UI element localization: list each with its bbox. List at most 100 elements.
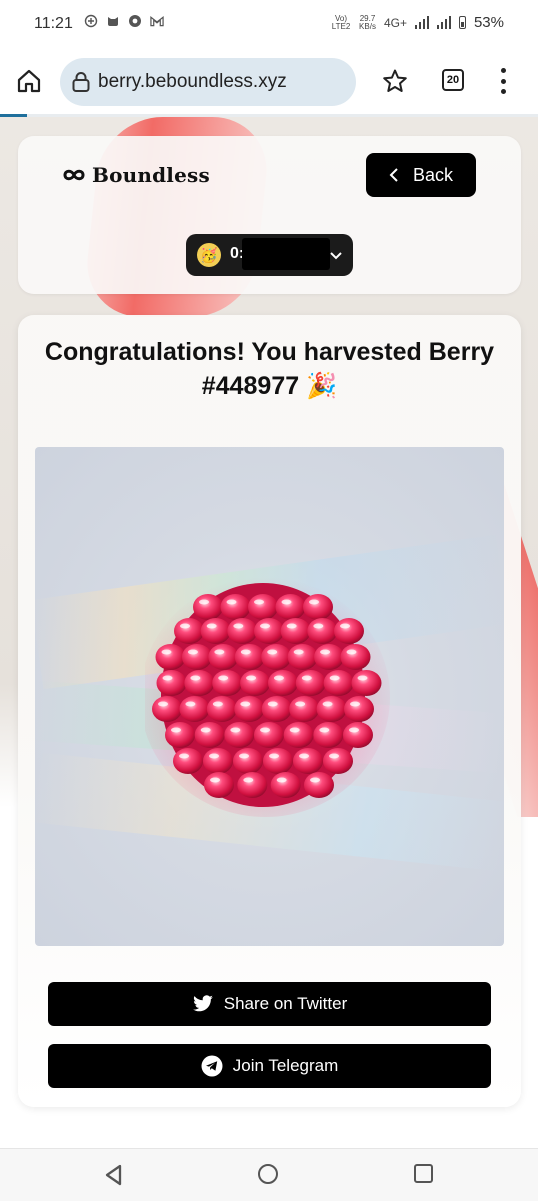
drupelet-highlight [185, 701, 196, 707]
nav-recents-icon[interactable] [414, 1164, 433, 1183]
drupelet [220, 594, 251, 620]
drupelet [263, 748, 293, 774]
drupelet [200, 618, 231, 644]
raspberry-graphic [145, 577, 390, 817]
drupelet [203, 748, 233, 774]
redacted-address [242, 238, 330, 270]
drupelet-highlight [187, 649, 198, 655]
tab-switcher-button[interactable]: 20 [442, 69, 464, 91]
drupelet-highlight [357, 675, 368, 681]
back-label: Back [412, 164, 454, 185]
drupelet [261, 696, 292, 722]
notification-icons [84, 14, 164, 28]
drupelet [307, 618, 338, 644]
menu-icon[interactable] [498, 68, 508, 94]
drupelet-highlight [260, 727, 270, 733]
drupelet-highlight [329, 753, 339, 759]
drupelet-highlight [260, 623, 270, 629]
drupelet [343, 722, 373, 748]
share-twitter-button[interactable]: Share on Twitter [48, 982, 491, 1026]
drupelet-highlight [295, 701, 306, 707]
drupelet [351, 670, 382, 696]
lock-icon [72, 72, 90, 92]
drupelet [313, 722, 344, 748]
drupelet-highlight [240, 649, 251, 655]
drupelet-highlight [233, 623, 244, 629]
drupelet [304, 772, 334, 798]
drupelet-highlight [180, 623, 190, 629]
drupelet [340, 644, 371, 670]
drupelet [270, 772, 301, 798]
drupelet-highlight [329, 675, 340, 681]
drupelet [208, 644, 239, 670]
drupelet-highlight [267, 701, 278, 707]
drupelet [152, 696, 182, 722]
drupelet-highlight [276, 777, 287, 783]
drupelet [293, 748, 323, 774]
drupelet [323, 670, 354, 696]
signal-icon [414, 16, 429, 29]
drupelet-highlight [301, 675, 312, 681]
drupelet [289, 696, 320, 722]
drupelet [212, 670, 243, 696]
nav-back-icon[interactable] [104, 1164, 124, 1186]
bookmark-button[interactable] [382, 68, 408, 94]
drupelet [248, 594, 278, 620]
drupelet-highlight [199, 599, 209, 605]
boundless-logo-icon [63, 169, 85, 181]
drupelet [224, 722, 255, 748]
drupelet [237, 772, 268, 798]
drupelet-highlight [269, 753, 279, 759]
chevron-down-icon [330, 252, 342, 260]
drupelet [303, 594, 333, 620]
drupelet-highlight [273, 675, 284, 681]
drupelet-highlight [310, 777, 320, 783]
drupelet-highlight [322, 701, 333, 707]
join-telegram-button[interactable]: Join Telegram [48, 1044, 491, 1088]
drupelet-highlight [254, 599, 264, 605]
drupelet [206, 696, 237, 722]
congratulations-title: Congratulations! You harvested Berry #44… [44, 338, 495, 400]
drupelet-highlight [239, 753, 249, 759]
drupelet [234, 696, 265, 722]
star-icon [383, 69, 407, 92]
drupelet-highlight [289, 727, 300, 733]
system-nav-bar [0, 1148, 538, 1201]
drupelet-highlight [246, 675, 257, 681]
drupelet-highlight [226, 599, 237, 605]
status-right: Vo) LTE2 29.7 KB/s 4G+ 53% [331, 14, 504, 31]
drupelet-highlight [161, 649, 172, 655]
wallet-dropdown[interactable]: 🥳 0: [186, 234, 353, 276]
drupelet-highlight [349, 727, 359, 733]
drupelet-highlight [320, 649, 331, 655]
drupelet-highlight [171, 727, 181, 733]
nav-home-icon[interactable] [258, 1164, 278, 1184]
drupelet-highlight [319, 727, 330, 733]
drupelet [194, 722, 225, 748]
status-time: 11:21 [34, 15, 73, 32]
drupelet [323, 748, 353, 774]
network-type: 4G+ [383, 15, 407, 30]
drupelet-highlight [309, 599, 319, 605]
drupelet-highlight [350, 701, 360, 707]
volte-label: Vo) LTE2 [331, 13, 351, 31]
chrome-icon [128, 14, 142, 28]
drupelet-highlight [200, 727, 211, 733]
drupelet [234, 644, 265, 670]
brand-name: Boundless [92, 163, 210, 187]
boundless-logo[interactable]: Boundless [62, 163, 210, 187]
drupelet-highlight [230, 727, 241, 733]
url-text: berry.beboundless.xyz [98, 71, 287, 92]
drupelet [314, 644, 345, 670]
back-button[interactable]: Back [366, 153, 476, 197]
drupelet [344, 696, 374, 722]
home-button[interactable] [14, 66, 44, 96]
drupelet [165, 722, 195, 748]
drupelet [240, 670, 271, 696]
drupelet-highlight [158, 701, 168, 707]
drupelet-highlight [214, 649, 225, 655]
speed-indicator: 29.7 KB/s [359, 14, 376, 31]
drupelet [287, 644, 318, 670]
address-bar[interactable]: berry.beboundless.xyz [60, 58, 356, 106]
drupelet [334, 618, 364, 644]
